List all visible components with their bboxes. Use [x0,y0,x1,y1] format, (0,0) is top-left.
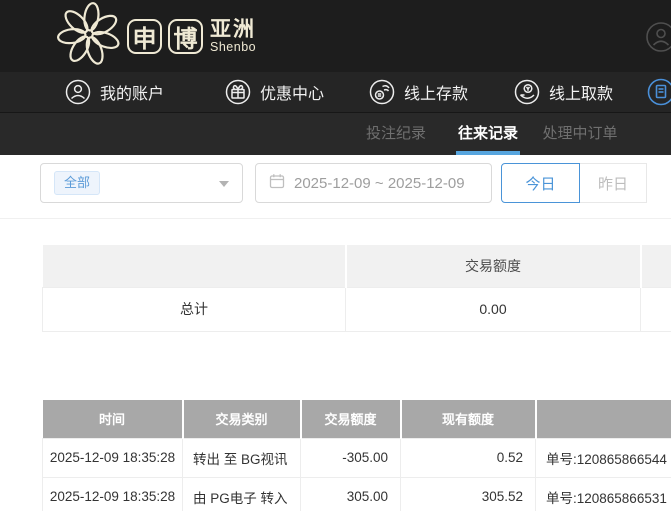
logo-char-bo: 博 [168,19,203,54]
date-range-picker[interactable]: 2025-12-09 ~ 2025-12-09 [255,163,492,203]
cell-amount: -305.00 [301,438,401,477]
today-button[interactable]: 今日 [501,163,580,203]
summary-total-value: 0.00 [346,287,641,331]
calendar-icon [269,173,285,193]
yesterday-button[interactable]: 昨日 [580,163,647,203]
tab-label: 投注纪录 [366,125,426,142]
col-time: 时间 [43,400,183,438]
tab-betting-records[interactable]: 投注纪录 [365,113,427,155]
user-circle-icon [65,79,91,105]
filter-bar: 全部 2025-12-09 ~ 2025-12-09 今日 昨日 [0,155,671,219]
col-order [536,400,671,438]
tab-label: 往来记录 [458,125,518,142]
records-table: 时间 交易类别 交易额度 现有额度 2025-12-09 18:35:28 转出… [42,400,671,511]
nav-item-label: 线上存款 [404,80,468,104]
logo-region-text: 亚洲 [210,18,256,41]
nav-item-deposit[interactable]: 线上存款 [369,72,468,112]
nav-item-label: 优惠中心 [260,80,324,104]
cell-type: 转出 至 BG视讯 [183,438,301,477]
summary-total-label: 总计 [43,287,346,331]
quick-date-buttons: 今日 昨日 [501,163,647,203]
summary-header-row: 交易额度 [43,245,671,287]
summary-total-row: 总计 0.00 [43,287,671,331]
col-balance: 现有额度 [401,400,536,438]
tab-label: 处理中订单 [542,125,617,142]
selected-type-chip[interactable]: 全部 [54,171,100,195]
page: 申 博 亚洲 Shenbo 我的账户 [0,0,671,511]
table-row: 2025-12-09 18:35:28 由 PG电子 转入 305.00 305… [43,477,671,511]
logo-subtitle: Shenbo [210,41,256,54]
withdraw-coin-icon [514,79,540,105]
cell-balance: 305.52 [401,477,536,511]
deposit-coin-icon [369,79,395,105]
nav-item-withdraw[interactable]: 线上取款 [514,72,613,112]
cell-order: 单号:120865866531 [536,477,671,511]
col-amount: 交易额度 [301,400,401,438]
cell-time: 2025-12-09 18:35:28 [43,477,183,511]
nav-item-label: 我的账户 [100,80,164,104]
flower-logo-icon [57,2,121,71]
nav-item-promotions[interactable]: 优惠中心 [225,72,324,112]
tab-processing-orders[interactable]: 处理中订单 [541,113,619,155]
top-header: 申 博 亚洲 Shenbo [0,0,671,72]
summary-col-amount: 交易额度 [346,245,641,287]
cell-balance: 0.52 [401,438,536,477]
summary-table: 交易额度 总计 0.00 [42,245,671,332]
type-filter-select[interactable]: 全部 [40,163,243,203]
cell-type: 由 PG电子 转入 [183,477,301,511]
cell-amount: 305.00 [301,477,401,511]
col-type: 交易类别 [183,400,301,438]
cell-time: 2025-12-09 18:35:28 [43,438,183,477]
nav-item-label: 线上取款 [549,80,613,104]
brand-logo[interactable]: 申 博 亚洲 Shenbo [57,3,256,69]
nav-item-my-account[interactable]: 我的账户 [65,72,164,112]
summary-cell-clipped [641,287,671,331]
transfer-record-icon[interactable] [647,78,671,106]
date-range-value: 2025-12-09 ~ 2025-12-09 [294,175,465,192]
records-header-row: 时间 交易类别 交易额度 现有额度 [43,400,671,438]
record-tabs: 投注纪录 往来记录 处理中订单 [0,113,671,155]
gift-circle-icon [225,79,251,105]
avatar-icon[interactable] [645,21,671,53]
summary-col-clipped [641,245,671,287]
chevron-down-icon [219,181,229,187]
main-nav: 我的账户 优惠中心 线上存款 [0,72,671,113]
logo-char-shen: 申 [127,19,162,54]
table-row: 2025-12-09 18:35:28 转出 至 BG视讯 -305.00 0.… [43,438,671,477]
cell-order: 单号:120865866544 [536,438,671,477]
summary-col-empty [43,245,346,287]
tab-transaction-records[interactable]: 往来记录 [456,113,520,155]
